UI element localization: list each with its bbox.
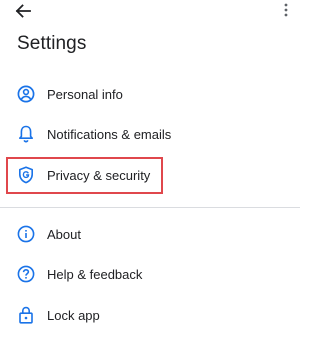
menu-item-privacy-security[interactable]: Privacy & security <box>0 157 300 193</box>
divider <box>0 207 300 208</box>
menu-item-help-feedback[interactable]: Help & feedback <box>0 256 300 292</box>
back-button[interactable] <box>12 1 34 21</box>
menu-item-label: Personal info <box>47 86 123 102</box>
help-icon <box>16 264 36 284</box>
menu-item-about[interactable]: About <box>0 216 300 252</box>
more-options-button[interactable] <box>280 0 292 20</box>
account-circle-icon <box>16 84 36 104</box>
menu-item-label: Help & feedback <box>47 266 143 282</box>
top-app-bar <box>0 0 300 22</box>
info-icon <box>16 224 36 244</box>
shield-g-icon <box>16 165 36 185</box>
more-vert-icon <box>284 3 288 17</box>
arrow-back-icon <box>15 4 31 18</box>
page-title: Settings <box>17 33 87 54</box>
lock-icon <box>16 305 36 325</box>
menu-item-label: Privacy & security <box>47 167 151 183</box>
menu-item-label: About <box>47 226 81 242</box>
menu-item-label: Lock app <box>47 307 100 323</box>
menu-item-label: Notifications & emails <box>47 126 172 142</box>
menu-item-personal-info[interactable]: Personal info <box>0 76 300 112</box>
bell-icon <box>16 124 36 144</box>
menu-item-notifications[interactable]: Notifications & emails <box>0 116 300 152</box>
menu-item-lock-app[interactable]: Lock app <box>0 297 300 333</box>
